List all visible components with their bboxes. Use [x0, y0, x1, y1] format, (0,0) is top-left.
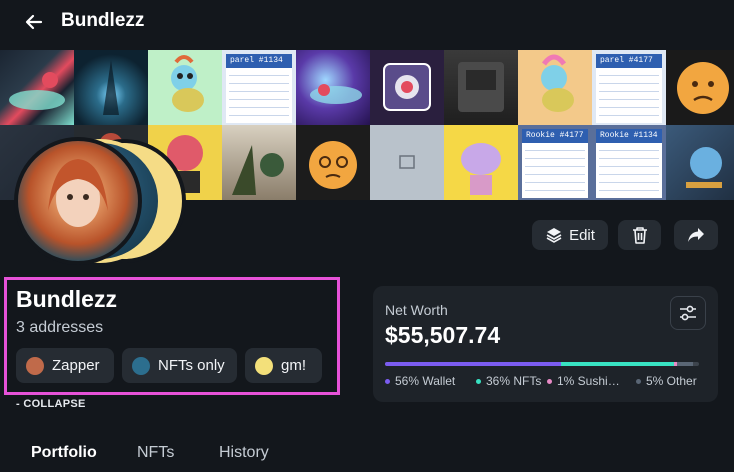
- net-worth-value: $55,507.74: [385, 322, 501, 348]
- share-button[interactable]: [674, 220, 718, 250]
- avatar: [14, 137, 142, 265]
- top-bar: Bundlezz: [0, 0, 734, 50]
- net-worth-card: Net Worth $55,507.74 56% Wallet 36% NFTs…: [373, 286, 718, 402]
- allocation-segment: [676, 362, 693, 366]
- allocation-segment: [385, 362, 561, 366]
- wallet-chip-zapper[interactable]: Zapper: [16, 348, 114, 383]
- tab-portfolio[interactable]: Portfolio: [31, 444, 97, 462]
- nft-thumbnail[interactable]: Rookie #4177: [518, 125, 592, 200]
- nft-thumbnail[interactable]: [444, 125, 518, 200]
- legend-label: 1% Sushi…: [557, 374, 620, 388]
- allocation-segment: [560, 362, 674, 366]
- wallet-chip-gm[interactable]: gm!: [245, 348, 322, 383]
- legend-item-nfts: 36% NFTs: [476, 374, 541, 388]
- nft-thumbnail[interactable]: [222, 125, 296, 200]
- bundle-name: Bundlezz: [16, 286, 117, 312]
- nft-thumbnail[interactable]: [444, 50, 518, 125]
- avatar: [255, 356, 273, 375]
- sliders-icon: [680, 305, 696, 321]
- page-title: Bundlezz: [61, 10, 145, 31]
- tab-bar: Portfolio NFTs History: [0, 436, 734, 472]
- legend-label: 5% Other: [646, 374, 697, 388]
- chip-label: Zapper: [52, 357, 100, 374]
- address-count: 3 addresses: [16, 319, 104, 336]
- nft-thumbnail[interactable]: [370, 50, 444, 125]
- arrow-left-icon[interactable]: [24, 12, 44, 32]
- nft-card-title: parel #1134: [226, 54, 292, 68]
- allocation-bar: [385, 362, 699, 366]
- filter-settings-button[interactable]: [670, 296, 706, 330]
- nft-thumbnail[interactable]: [370, 125, 444, 200]
- nft-thumbnail[interactable]: [518, 50, 592, 125]
- wallet-chip-nfts-only[interactable]: NFTs only: [122, 348, 237, 383]
- edit-button[interactable]: Edit: [532, 220, 608, 250]
- legend-item-other: 5% Other: [636, 374, 697, 388]
- nft-thumbnail[interactable]: [74, 50, 148, 125]
- nft-card-title: Rookie #4177: [522, 129, 588, 143]
- nft-thumbnail[interactable]: [666, 125, 734, 200]
- delete-button[interactable]: [618, 220, 661, 250]
- legend-label: 36% NFTs: [486, 374, 542, 388]
- legend-item-wallet: 56% Wallet: [385, 374, 455, 388]
- nft-thumbnail[interactable]: Rookie #1134: [592, 125, 666, 200]
- nft-thumbnail[interactable]: [296, 50, 370, 125]
- nft-card-title: Rookie #1134: [596, 129, 662, 143]
- trash-icon: [632, 227, 647, 244]
- net-worth-label: Net Worth: [385, 302, 448, 318]
- collapse-toggle[interactable]: - COLLAPSE: [16, 398, 86, 410]
- chip-label: NFTs only: [158, 357, 225, 374]
- legend-label: 56% Wallet: [395, 374, 456, 388]
- nft-thumbnail[interactable]: [0, 50, 74, 125]
- nft-thumbnail[interactable]: [148, 50, 222, 125]
- nft-thumbnail[interactable]: parel #1134: [222, 50, 296, 125]
- avatar: [132, 356, 150, 375]
- nft-thumbnail[interactable]: [666, 50, 734, 125]
- legend-item-sushi: 1% Sushi…: [547, 374, 620, 388]
- nft-thumbnail[interactable]: [296, 125, 370, 200]
- chip-label: gm!: [281, 357, 307, 374]
- nft-card-title: parel #4177: [596, 54, 662, 68]
- bundle-avatar-stack: [14, 135, 194, 265]
- tab-nfts[interactable]: NFTs: [137, 444, 174, 462]
- layers-icon: [546, 228, 562, 243]
- nft-thumbnail[interactable]: parel #4177: [592, 50, 666, 125]
- avatar: [26, 356, 44, 375]
- edit-label: Edit: [569, 226, 595, 244]
- share-arrow-icon: [688, 228, 704, 242]
- tab-history[interactable]: History: [219, 444, 269, 462]
